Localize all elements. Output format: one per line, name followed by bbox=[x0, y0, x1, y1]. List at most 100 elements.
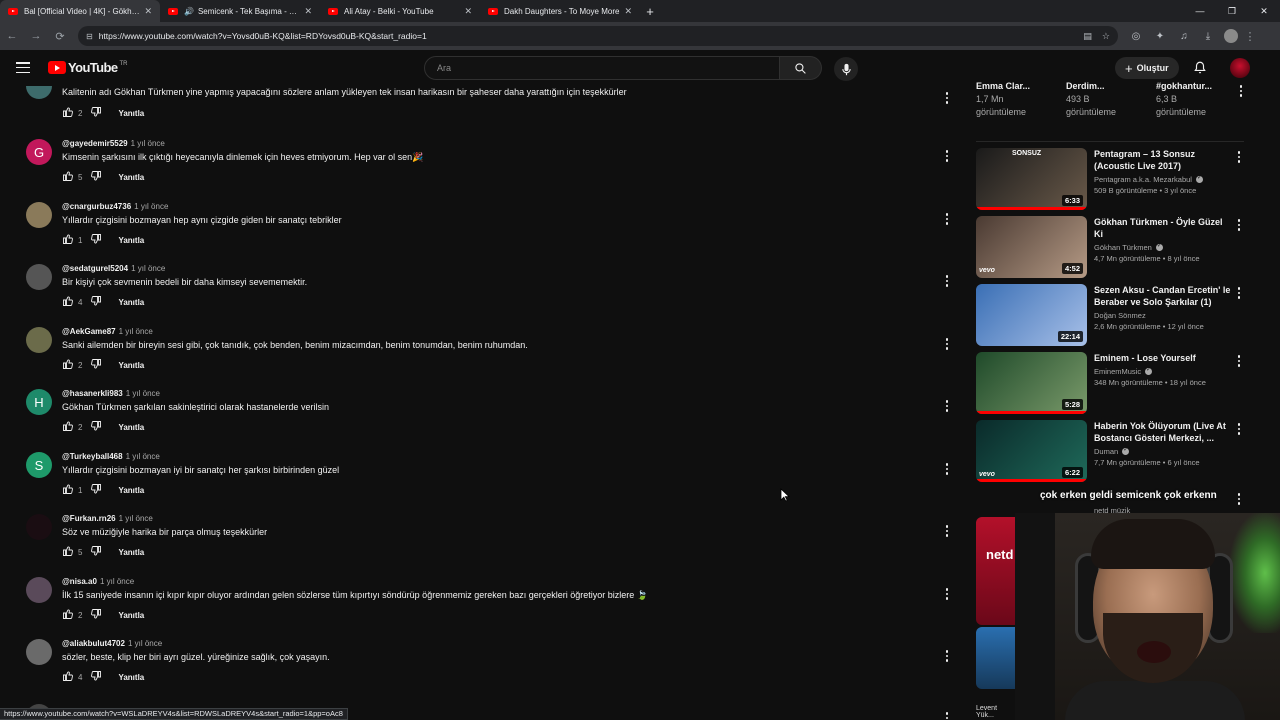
like-button[interactable] bbox=[62, 170, 74, 184]
comment-time[interactable]: 1 yıl önce bbox=[119, 514, 153, 523]
like-button[interactable] bbox=[62, 483, 74, 497]
dislike-button[interactable] bbox=[90, 358, 102, 372]
forward-icon[interactable]: → bbox=[24, 30, 48, 42]
video-thumbnail[interactable]: SONSUZ 6:33 bbox=[976, 148, 1087, 210]
voice-search-button[interactable] bbox=[834, 57, 858, 81]
shorts-item[interactable]: Emma Clar... 1,7 Mn görüntüleme bbox=[976, 80, 1066, 119]
like-button[interactable] bbox=[62, 545, 74, 559]
commenter-avatar[interactable] bbox=[26, 327, 52, 353]
more-actions-icon[interactable] bbox=[944, 462, 950, 476]
bookmark-star-icon[interactable]: ☆ bbox=[1102, 31, 1110, 42]
comment-time[interactable]: 1 yıl önce bbox=[126, 389, 160, 398]
channel-name[interactable]: Duman bbox=[1094, 447, 1118, 456]
more-actions-icon[interactable] bbox=[944, 587, 950, 601]
video-title[interactable]: Pentagram – 13 Sonsuz (Acoustic Live 201… bbox=[1094, 148, 1232, 172]
menu-icon[interactable] bbox=[16, 62, 30, 73]
comment-time[interactable]: 1 yıl önce bbox=[131, 264, 165, 273]
shorts-item[interactable]: #gokhantur... 6,3 B görüntüleme bbox=[1156, 80, 1246, 119]
browser-tab[interactable]: Ali Atay - Belki - YouTube ✕ bbox=[320, 0, 480, 22]
comment-author[interactable]: @nisa.a0 bbox=[62, 577, 97, 586]
reply-button[interactable]: Yanıtla bbox=[118, 298, 144, 307]
more-actions-icon[interactable] bbox=[944, 91, 950, 105]
channel-name[interactable]: EminemMusic bbox=[1094, 367, 1141, 376]
video-title[interactable]: Eminem - Lose Yourself bbox=[1094, 352, 1232, 364]
recommendation-item[interactable]: SONSUZ 6:33 Pentagram – 13 Sonsuz (Acousti… bbox=[976, 148, 1246, 212]
comment-author[interactable]: @Furkan.rn26 bbox=[62, 514, 116, 523]
browser-profile-avatar[interactable] bbox=[1224, 29, 1238, 43]
more-actions-icon[interactable] bbox=[1236, 354, 1242, 368]
more-actions-icon[interactable] bbox=[944, 149, 950, 163]
recommendation-item[interactable]: vevo 4:52 Gökhan Türkmen - Öyle Güzel Ki Gö… bbox=[976, 216, 1246, 280]
close-window-icon[interactable]: ✕ bbox=[1248, 0, 1280, 22]
download-icon[interactable]: ⤓ bbox=[1196, 31, 1220, 42]
search-input[interactable]: Ara bbox=[424, 56, 780, 80]
comment-time[interactable]: 1 yıl önce bbox=[131, 139, 165, 148]
comment-author[interactable]: @cnargurbuz4736 bbox=[62, 202, 131, 211]
close-tab-icon[interactable]: ✕ bbox=[304, 6, 312, 17]
comment-author[interactable]: @sedatgurel5204 bbox=[62, 264, 128, 273]
dislike-button[interactable] bbox=[90, 233, 102, 247]
commenter-avatar[interactable]: H bbox=[26, 389, 52, 415]
dislike-button[interactable] bbox=[90, 545, 102, 559]
partial-title[interactable]: Levent Yük... bbox=[976, 705, 1016, 719]
comment-author[interactable]: @Turkeyball468 bbox=[62, 452, 123, 461]
reply-button[interactable]: Yanıtla bbox=[118, 361, 144, 370]
more-actions-icon[interactable] bbox=[944, 649, 950, 663]
more-actions-icon[interactable] bbox=[944, 212, 950, 226]
more-actions-icon[interactable] bbox=[944, 524, 950, 538]
more-actions-icon[interactable] bbox=[944, 274, 950, 288]
close-tab-icon[interactable]: ✕ bbox=[144, 6, 152, 17]
extension-icon[interactable]: ◎ bbox=[1124, 31, 1148, 42]
commenter-avatar[interactable] bbox=[26, 639, 52, 665]
dislike-button[interactable] bbox=[90, 608, 102, 622]
dislike-button[interactable] bbox=[90, 170, 102, 184]
video-title[interactable]: Gökhan Türkmen - Öyle Güzel Ki bbox=[1094, 216, 1232, 240]
more-actions-icon[interactable] bbox=[1236, 422, 1242, 436]
comment-time[interactable]: 1 yıl önce bbox=[119, 327, 153, 336]
dislike-button[interactable] bbox=[90, 483, 102, 497]
account-avatar[interactable] bbox=[1230, 58, 1250, 78]
youtube-logo[interactable]: YouTube TR bbox=[48, 60, 127, 75]
create-button[interactable]: + Oluştur bbox=[1115, 57, 1179, 79]
close-tab-icon[interactable]: ✕ bbox=[464, 6, 472, 17]
like-button[interactable] bbox=[62, 420, 74, 434]
recommendation-item[interactable]: 5:28 Eminem - Lose Yourself EminemMusic 348… bbox=[976, 352, 1246, 416]
like-button[interactable] bbox=[62, 608, 74, 622]
search-button[interactable] bbox=[780, 56, 822, 80]
more-actions-icon[interactable] bbox=[1236, 492, 1242, 506]
comment-time[interactable]: 1 yıl önce bbox=[126, 452, 160, 461]
more-actions-icon[interactable] bbox=[1236, 150, 1242, 164]
more-actions-icon[interactable] bbox=[1236, 286, 1242, 300]
like-button[interactable] bbox=[62, 233, 74, 247]
commenter-avatar[interactable] bbox=[26, 577, 52, 603]
browser-tab[interactable]: Bal [Official Video | 4K] - Gökhan ✕ bbox=[0, 0, 160, 22]
commenter-avatar[interactable]: G bbox=[26, 139, 52, 165]
reader-icon[interactable]: ▤ bbox=[1083, 31, 1092, 42]
media-icon[interactable]: ♫ bbox=[1172, 31, 1196, 42]
netd-thumbnail[interactable]: netd bbox=[976, 517, 1016, 625]
comment-time[interactable]: 1 yıl önce bbox=[100, 577, 134, 586]
back-icon[interactable]: ← bbox=[0, 30, 24, 42]
more-actions-icon[interactable] bbox=[944, 711, 950, 720]
comment-author[interactable]: @gayedemir5529 bbox=[62, 139, 128, 148]
restore-icon[interactable]: ❐ bbox=[1216, 0, 1248, 22]
like-button[interactable] bbox=[62, 106, 74, 120]
minimize-icon[interactable]: — bbox=[1184, 0, 1216, 22]
reply-button[interactable]: Yanıtla bbox=[118, 423, 144, 432]
dislike-button[interactable] bbox=[90, 670, 102, 684]
more-actions-icon[interactable] bbox=[944, 399, 950, 413]
comment-time[interactable]: 1 yıl önce bbox=[134, 202, 168, 211]
reply-button[interactable]: Yanıtla bbox=[118, 611, 144, 620]
site-info-icon[interactable]: ⊟ bbox=[86, 32, 93, 41]
reply-button[interactable]: Yanıtla bbox=[118, 548, 144, 557]
comment-author[interactable]: @AekGame87 bbox=[62, 327, 116, 336]
commenter-avatar[interactable] bbox=[26, 514, 52, 540]
like-button[interactable] bbox=[62, 358, 74, 372]
comment-author[interactable]: @hasanerkli983 bbox=[62, 389, 123, 398]
dislike-button[interactable] bbox=[90, 106, 102, 120]
reply-button[interactable]: Yanıtla bbox=[118, 673, 144, 682]
browser-tab[interactable]: Dakh Daughters - To Moye More ✕ bbox=[480, 0, 640, 22]
more-actions-icon[interactable] bbox=[944, 337, 950, 351]
commenter-avatar[interactable] bbox=[26, 264, 52, 290]
notifications-button[interactable] bbox=[1193, 60, 1207, 80]
